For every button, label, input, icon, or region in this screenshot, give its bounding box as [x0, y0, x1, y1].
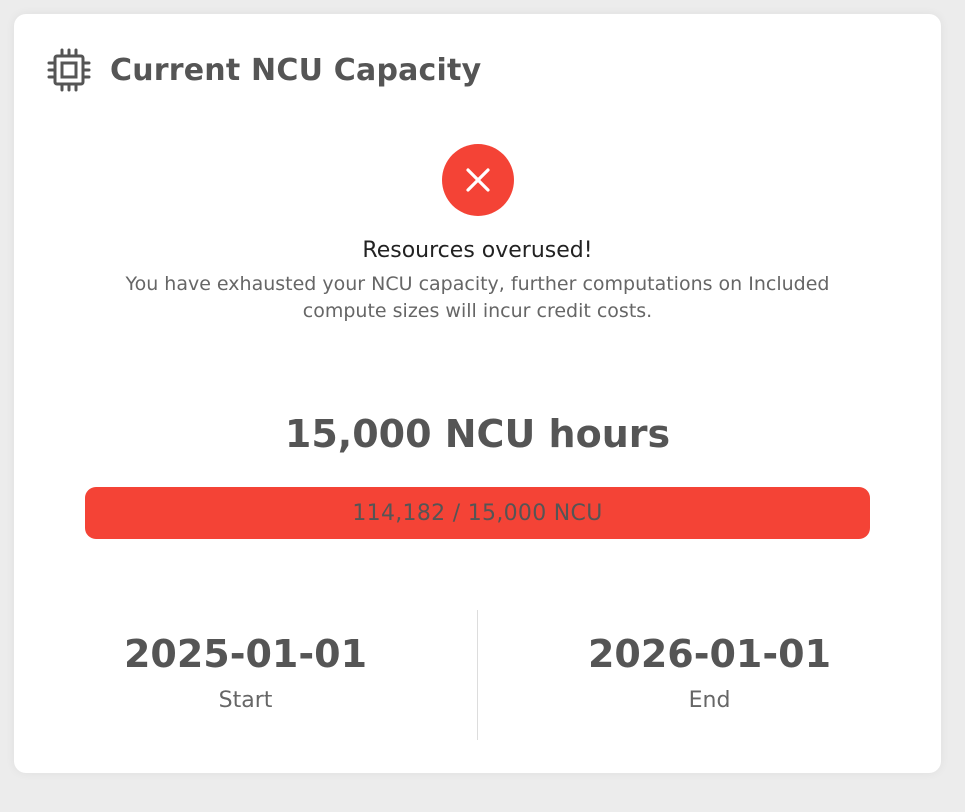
status-headline: Resources overused! — [362, 238, 593, 263]
period-section: 2025-01-01 Start 2026-01-01 End — [14, 610, 941, 740]
status-section: Resources overused! You have exhausted y… — [14, 144, 941, 325]
period-start: 2025-01-01 Start — [14, 610, 477, 740]
period-end: 2026-01-01 End — [478, 610, 941, 740]
ncu-capacity-card: Current NCU Capacity Resources overused!… — [14, 14, 941, 773]
error-status-badge — [441, 144, 514, 216]
start-date-label: Start — [218, 688, 273, 713]
usage-progress-label: 114,182 / 15,000 NCU — [352, 500, 603, 526]
usage-progress-bar: 114,182 / 15,000 NCU — [85, 487, 870, 539]
end-date-label: End — [688, 688, 731, 713]
end-date-value: 2026-01-01 — [587, 632, 832, 676]
capacity-hours: 15,000 NCU hours — [284, 412, 671, 456]
card-header: Current NCU Capacity — [46, 46, 481, 94]
close-x-icon — [465, 168, 490, 192]
cpu-chip-icon — [46, 47, 92, 93]
status-description: You have exhausted your NCU capacity, fu… — [125, 273, 830, 322]
start-date-value: 2025-01-01 — [123, 632, 368, 676]
card-title: Current NCU Capacity — [110, 52, 482, 88]
